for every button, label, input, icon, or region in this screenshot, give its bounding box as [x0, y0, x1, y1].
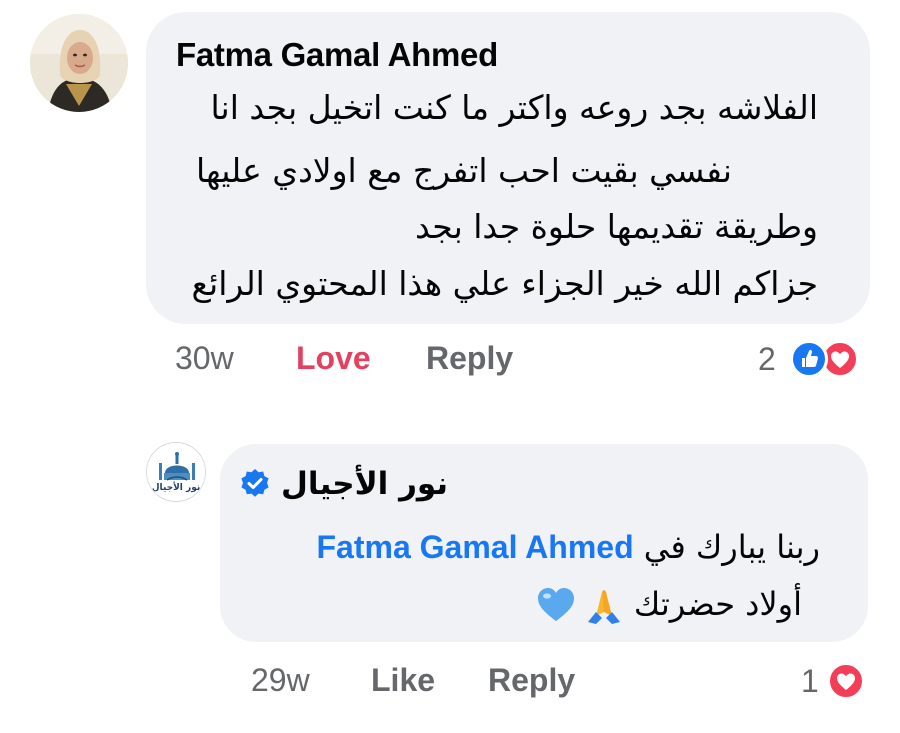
mention-link[interactable]: Fatma Gamal Ahmed: [316, 529, 633, 565]
comment-timestamp[interactable]: 30w: [175, 340, 234, 377]
avatar-photo: [30, 14, 128, 112]
reply-text: ربنا يبارك في: [643, 528, 820, 566]
reply-text: أولاد حضرتك: [633, 585, 802, 623]
verified-badge-icon: [241, 469, 269, 497]
love-icon: [827, 662, 865, 700]
reply-button[interactable]: Reply: [488, 662, 575, 699]
reply-author[interactable]: نور الأجيال: [239, 466, 448, 502]
reply-timestamp[interactable]: 29w: [251, 662, 310, 699]
comment-bubble: Fatma Gamal Ahmed الفلاشه بجد روعه واكتر…: [146, 12, 870, 324]
reaction-count: 2: [758, 341, 776, 377]
avatar[interactable]: [30, 14, 128, 112]
love-reaction-button[interactable]: Love: [296, 340, 371, 377]
reply-author-name: نور الأجيال: [281, 466, 448, 502]
comment-text-line: نفسي بقيت احب اتفرج مع اولادي عليها: [195, 151, 732, 190]
comment-text-line: الفلاشه بجد روعه واكتر ما كنت اتخيل بجد …: [210, 88, 818, 127]
like-button[interactable]: Like: [371, 662, 435, 699]
blue-heart-emoji: [537, 588, 574, 621]
comment-text-line: وطريقة تقديمها حلوة جدا بجد: [414, 207, 818, 246]
comment-author[interactable]: Fatma Gamal Ahmed: [176, 36, 498, 74]
page-logo: [147, 443, 205, 501]
comment-text-line: جزاكم الله خير الجزاء علي هذا المحتوي ال…: [191, 264, 818, 303]
reaction-count: 1: [801, 663, 819, 699]
reply-text-line: ربنا يبارك في Fatma Gamal Ahmed: [316, 528, 820, 566]
reply-text-line: أولاد حضرتك: [534, 582, 802, 626]
folded-hands-emoji: [587, 590, 620, 624]
page-avatar[interactable]: نور الأجيال: [146, 442, 206, 502]
page-logo-text: نور الأجيال: [151, 483, 201, 493]
reply-button[interactable]: Reply: [426, 340, 513, 377]
reply-bubble: نور الأجيال ربنا يبارك في Fatma Gamal Ah…: [220, 444, 868, 642]
comments-thread: Fatma Gamal Ahmed الفلاشه بجد روعه واكتر…: [0, 0, 900, 733]
like-icon: [790, 340, 828, 378]
